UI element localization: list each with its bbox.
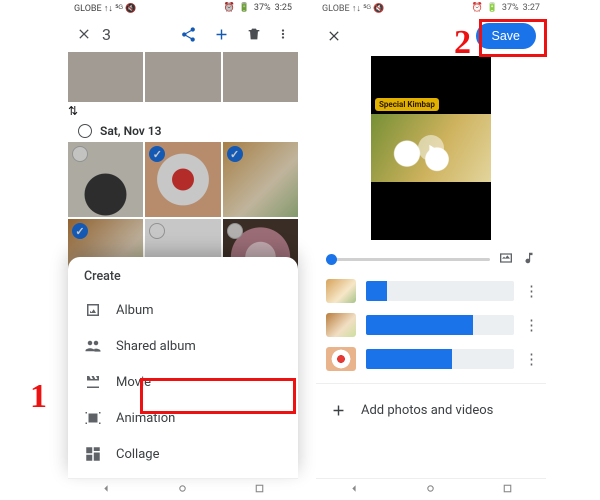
photo-thumb[interactable] <box>68 142 143 217</box>
clip-track[interactable] <box>366 315 514 335</box>
clip-row: ⋮ <box>326 313 536 337</box>
clip-row: ⋮ <box>326 347 536 371</box>
android-nav-bar <box>316 478 546 500</box>
status-alarm-icon: ⏰ <box>471 3 482 13</box>
nav-home-icon[interactable] <box>424 482 437 498</box>
status-battery: 37% <box>254 3 271 13</box>
preview-title-badge: Special Kimbap <box>375 98 439 111</box>
clip-list: ⋮ ⋮ ⋮ <box>316 275 546 371</box>
seek-bar[interactable] <box>326 258 490 261</box>
clip-fill <box>366 281 387 301</box>
clip-overflow-icon[interactable]: ⋮ <box>524 316 536 334</box>
selected-count: 3 <box>102 25 111 44</box>
overflow-icon[interactable] <box>276 27 290 41</box>
clip-row: ⋮ <box>326 279 536 303</box>
clip-fill <box>366 349 452 369</box>
collage-icon <box>84 445 102 463</box>
status-bar: GLOBE ↑↓ ⁵ᴳ 🔇 ⏰ 🔋 37% 3:25 <box>68 0 298 16</box>
select-off-icon[interactable] <box>227 223 243 239</box>
annotation-box-1 <box>140 378 296 414</box>
play-icon[interactable] <box>418 135 444 161</box>
date-header-row[interactable]: Sat, Nov 13 <box>68 118 298 142</box>
status-time: 3:25 <box>275 3 292 13</box>
phone-right: GLOBE ↑↓ ⁵ᴳ 🔇 ⏰ 🔋 37% 3:27 Save Special … <box>316 0 546 500</box>
aspect-icon[interactable] <box>498 250 514 269</box>
clip-track[interactable] <box>366 349 514 369</box>
status-alarm-icon: ⏰ <box>223 3 234 13</box>
add-clips-row[interactable]: Add photos and videos <box>316 383 546 419</box>
create-sheet: Create Album Shared album Movie Animatio… <box>68 257 298 478</box>
album-icon <box>84 301 102 319</box>
status-bar: GLOBE ↑↓ ⁵ᴳ 🔇 ⏰ 🔋 37% 3:27 <box>316 0 546 16</box>
nav-recent-icon[interactable] <box>501 482 514 498</box>
photo-thumb[interactable]: ✓ <box>223 142 298 217</box>
clip-thumb[interactable] <box>326 279 356 303</box>
trash-icon[interactable] <box>246 26 266 42</box>
sheet-item-label: Collage <box>116 447 159 462</box>
plus-icon[interactable] <box>207 26 236 43</box>
music-icon[interactable] <box>522 251 536 268</box>
nav-back-icon[interactable] <box>348 482 361 498</box>
clip-track[interactable] <box>366 281 514 301</box>
video-preview[interactable]: Special Kimbap <box>371 56 491 240</box>
clip-thumb[interactable] <box>326 347 356 371</box>
nav-recent-icon[interactable] <box>253 482 266 498</box>
nav-back-icon[interactable] <box>100 482 113 498</box>
annotation-number-2: 2 <box>454 24 471 62</box>
clip-overflow-icon[interactable]: ⋮ <box>524 282 536 300</box>
date-header: Sat, Nov 13 <box>100 124 162 138</box>
select-day-radio[interactable] <box>78 124 92 138</box>
clip-thumb[interactable] <box>326 313 356 337</box>
recent-strip <box>68 52 298 104</box>
annotation-box-2 <box>479 19 547 57</box>
annotation-number-1: 1 <box>30 378 47 416</box>
status-carrier: GLOBE ↑↓ ⁵ᴳ 🔇 <box>74 3 136 14</box>
selection-app-bar: 3 <box>68 16 298 52</box>
status-time: 3:27 <box>523 3 540 13</box>
clip-overflow-icon[interactable]: ⋮ <box>524 350 536 368</box>
close-icon[interactable] <box>76 26 92 42</box>
close-icon[interactable] <box>326 28 342 44</box>
playback-controls <box>316 240 546 275</box>
plus-icon <box>330 402 347 419</box>
share-icon[interactable] <box>180 26 197 43</box>
photo-thumb[interactable]: ✓ <box>145 142 220 217</box>
sheet-item-label: Shared album <box>116 339 196 354</box>
select-off-icon[interactable] <box>72 146 88 162</box>
sheet-item-collage[interactable]: Collage <box>70 436 296 472</box>
phone-left: GLOBE ↑↓ ⁵ᴳ 🔇 ⏰ 🔋 37% 3:25 3 <box>68 0 298 500</box>
status-carrier: GLOBE ↑↓ ⁵ᴳ 🔇 <box>322 3 384 14</box>
nav-home-icon[interactable] <box>176 482 189 498</box>
scroll-handle-icon[interactable]: ⇅ <box>68 104 298 118</box>
add-clips-label: Add photos and videos <box>361 403 493 418</box>
sheet-title: Create <box>70 267 296 292</box>
status-battery: 37% <box>502 3 519 13</box>
android-nav-bar <box>68 478 298 500</box>
movie-icon <box>84 373 102 391</box>
clip-fill <box>366 315 473 335</box>
select-on-icon[interactable]: ✓ <box>227 146 243 162</box>
sheet-item-shared-album[interactable]: Shared album <box>70 328 296 364</box>
sheet-item-album[interactable]: Album <box>70 292 296 328</box>
sheet-item-label: Album <box>116 303 154 318</box>
animation-icon <box>84 409 102 427</box>
shared-album-icon <box>84 337 102 355</box>
